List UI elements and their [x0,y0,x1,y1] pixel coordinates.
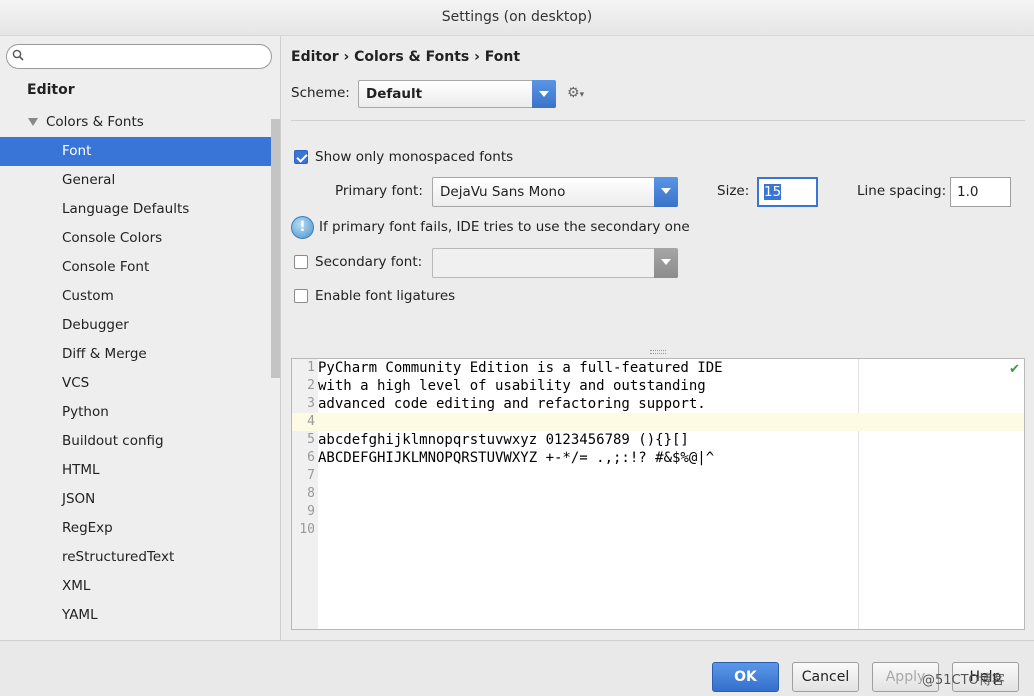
tree-list: Font General Language Defaults Console C… [0,137,280,630]
sidebar-item-html[interactable]: HTML [0,456,280,485]
sidebar-item-vcs[interactable]: VCS [0,369,280,398]
sidebar-item-restructuredtext[interactable]: reStructuredText [0,543,280,572]
editor-line: 3 advanced code editing and refactoring s… [292,395,1024,413]
splitter-handle[interactable] [650,350,666,354]
watermark: @51CTO博客 [922,673,1005,688]
cancel-button[interactable]: Cancel [792,662,859,692]
sidebar-item-buildout-config[interactable]: Buildout config [0,427,280,456]
editor-line: 8 [292,485,1024,503]
ok-button[interactable]: OK [712,662,779,692]
sidebar-item-general[interactable]: General [0,166,280,195]
editor-line: 5 abcdefghijklmnopqrstuvwxyz 0123456789 (… [292,431,1024,449]
search-icon [12,49,24,61]
sidebar-item-json[interactable]: JSON [0,485,280,514]
sidebar-item-python[interactable]: Python [0,398,280,427]
editor-line: 9 [292,503,1024,521]
search-input[interactable] [6,44,272,69]
code-text: PyCharm Community Edition is a full-feat… [318,360,723,376]
primary-font-label: Primary font: [335,183,423,199]
code-text: ABCDEFGHIJKLMNOPQRSTUVWXYZ +-*/= .,;:!? … [318,450,715,466]
show-monospaced-checkbox[interactable] [294,150,308,164]
scheme-value: Default [366,86,423,102]
editor-line: 1 PyCharm Community Edition is a full-fea… [292,359,1024,377]
line-spacing-label: Line spacing: [857,183,947,199]
tree-section-editor[interactable]: Editor [27,82,75,98]
editor-current-line: 4 [292,413,1024,431]
scheme-select[interactable]: Default [358,80,556,108]
info-icon: ! [291,216,314,239]
sidebar-item-language-defaults[interactable]: Language Defaults [0,195,280,224]
line-number: 1 [307,360,315,375]
line-number: 3 [307,396,315,411]
secondary-font-select[interactable] [432,248,678,278]
line-number: 5 [307,432,315,447]
chevron-down-icon[interactable] [654,248,678,278]
size-value: 15 [764,184,782,200]
sidebar-item-yaml[interactable]: YAML [0,601,280,630]
line-number: 7 [307,468,315,483]
line-number: 2 [307,378,315,393]
chevron-down-icon[interactable] [532,80,556,108]
editor-line: 2 with a high level of usability and outs… [292,377,1024,395]
primary-font-select[interactable]: DejaVu Sans Mono [432,177,678,207]
secondary-font-checkbox[interactable] [294,255,308,269]
breadcrumb: Editor › Colors & Fonts › Font [291,49,521,65]
code-text: with a high level of usability and outst… [318,378,706,394]
line-number: 9 [307,504,315,519]
settings-sidebar: Editor Colors & Fonts Font General Langu… [0,36,281,640]
sidebar-item-debugger[interactable]: Debugger [0,311,280,340]
check-icon: ✔ [1009,362,1020,377]
font-preview-editor[interactable]: 1 PyCharm Community Edition is a full-fea… [291,358,1025,630]
window-title: Settings (on desktop) [0,0,1034,36]
expand-triangle-icon[interactable] [28,118,38,126]
code-text: advanced code editing and refactoring su… [318,396,706,412]
gear-icon[interactable]: ⚙▾ [567,85,584,101]
sidebar-item-console-colors[interactable]: Console Colors [0,224,280,253]
editor-line: 7 [292,467,1024,485]
line-spacing-input[interactable]: 1.0 [950,177,1011,207]
chevron-down-icon[interactable] [654,177,678,207]
divider [291,120,1025,121]
secondary-font-label: Secondary font: [315,254,423,270]
editor-line: 6 ABCDEFGHIJKLMNOPQRSTUVWXYZ +-*/= .,;:!?… [292,449,1024,467]
sidebar-item-console-font[interactable]: Console Font [0,253,280,282]
line-number: 4 [307,414,315,429]
line-number: 6 [307,450,315,465]
sidebar-item-xml[interactable]: XML [0,572,280,601]
tree-group-label: Colors & Fonts [46,114,144,130]
ligatures-checkbox[interactable] [294,289,308,303]
line-number: 8 [307,486,315,501]
sidebar-item-regexp[interactable]: RegExp [0,514,280,543]
sidebar-item-font[interactable]: Font [0,137,280,166]
ligatures-label: Enable font ligatures [315,288,456,304]
primary-font-value: DejaVu Sans Mono [440,184,566,200]
line-number: 10 [299,522,315,537]
size-input[interactable]: 15 [757,177,818,207]
sidebar-item-custom[interactable]: Custom [0,282,280,311]
sidebar-scrollbar[interactable] [271,119,280,378]
size-label: Size: [717,183,750,199]
show-monospaced-label: Show only monospaced fonts [315,149,514,165]
code-text: abcdefghijklmnopqrstuvwxyz 0123456789 ()… [318,432,689,448]
scheme-label: Scheme: [291,85,350,101]
sidebar-item-diff-merge[interactable]: Diff & Merge [0,340,280,369]
info-text: If primary font fails, IDE tries to use … [319,219,690,235]
editor-line: 10 [292,521,1024,539]
dialog-footer: OK Cancel Apply Help @51CTO博客 [0,640,1034,696]
tree-group-colors-fonts[interactable]: Colors & Fonts [28,113,144,133]
